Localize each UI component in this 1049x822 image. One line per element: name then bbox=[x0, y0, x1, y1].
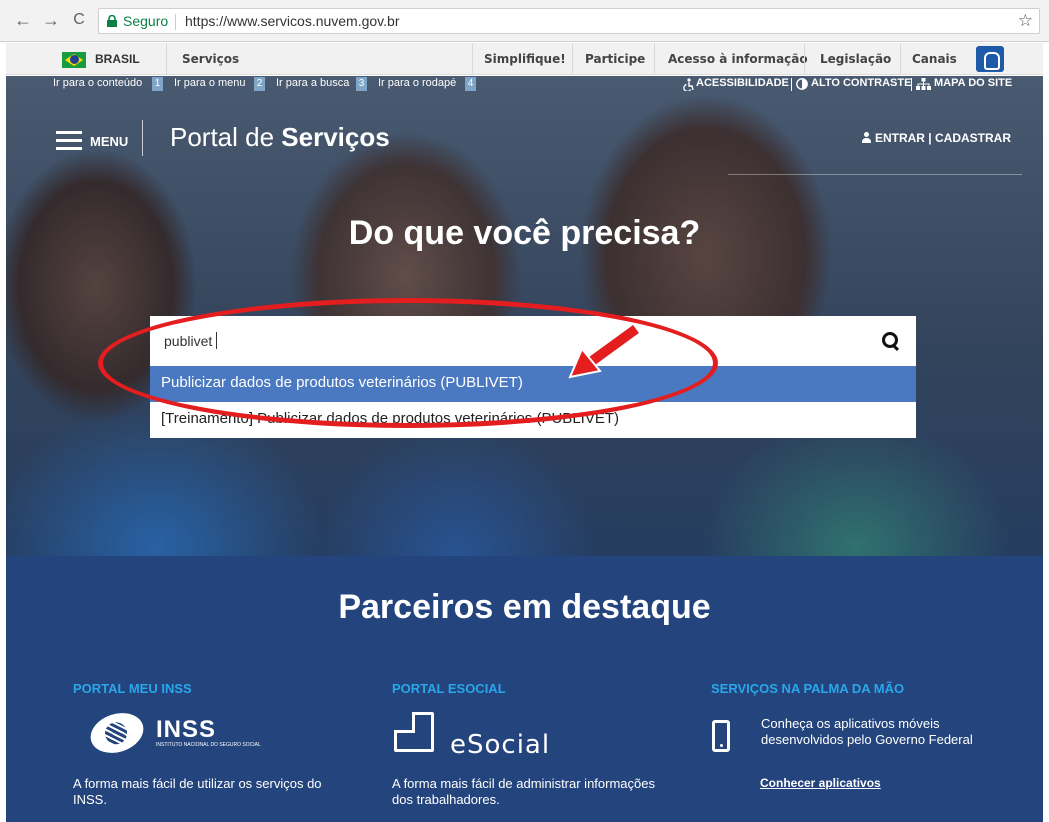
brasil-link[interactable]: BRASIL bbox=[95, 52, 140, 66]
text-caret bbox=[216, 332, 217, 349]
partner-title-apps[interactable]: SERVIÇOS NA PALMA DA MÃO bbox=[711, 681, 904, 696]
smartphone-icon bbox=[712, 720, 730, 752]
url-text[interactable]: https://www.servicos.nuvem.gov.br bbox=[185, 13, 399, 29]
forward-button[interactable]: → bbox=[40, 9, 62, 31]
contrast-icon bbox=[796, 78, 808, 90]
govbar-divider bbox=[166, 43, 167, 75]
accessibility-divider bbox=[911, 78, 912, 91]
skip-link-number: 3 bbox=[356, 77, 367, 91]
govbar-divider bbox=[900, 43, 901, 75]
address-bar[interactable]: Seguro https://www.servicos.nuvem.gov.br… bbox=[98, 8, 1040, 34]
govbar-link-servicos[interactable]: Serviços bbox=[182, 52, 239, 66]
search-input[interactable] bbox=[164, 330, 864, 352]
govbar-divider bbox=[572, 43, 573, 75]
inss-logo-icon[interactable] bbox=[85, 706, 149, 760]
search-box bbox=[150, 316, 916, 366]
govbar-divider bbox=[804, 43, 805, 75]
skip-link-content[interactable]: Ir para o conteúdo bbox=[53, 77, 142, 89]
esocial-logo-name: eSocial bbox=[450, 730, 551, 760]
annotation-arrow-icon bbox=[568, 323, 641, 379]
high-contrast-link[interactable]: ALTO CONTRASTE bbox=[811, 77, 911, 89]
header-divider bbox=[142, 120, 143, 156]
govbar-link-canais[interactable]: Canais bbox=[912, 52, 957, 66]
partner-text-apps: Conheça os aplicativos móveis desenvolvi… bbox=[761, 716, 973, 747]
skip-link-menu[interactable]: Ir para o menu bbox=[174, 77, 246, 89]
apps-link[interactable]: Conhecer aplicativos bbox=[760, 776, 881, 790]
reload-button[interactable]: C bbox=[68, 9, 90, 31]
accessibility-divider bbox=[791, 78, 792, 91]
lock-icon bbox=[107, 15, 117, 27]
skip-link-number: 1 bbox=[152, 77, 163, 91]
portal-title-prefix: Portal de bbox=[170, 122, 282, 152]
portal-title-bold: Serviços bbox=[281, 122, 390, 152]
partners-section: Parceiros em destaque PORTAL MEU INSS IN… bbox=[6, 556, 1043, 822]
skip-link-footer[interactable]: Ir para o rodapé bbox=[378, 77, 456, 89]
autocomplete-suggestion[interactable]: [Treinamento] Publicizar dados de produt… bbox=[150, 402, 916, 438]
secure-label: Seguro bbox=[123, 13, 169, 29]
gov-bar: BRASIL Serviços Simplifique! Participe A… bbox=[6, 43, 1043, 75]
partner-title-esocial[interactable]: PORTAL ESOCIAL bbox=[392, 681, 506, 696]
login-label: ENTRAR | CADASTRAR bbox=[874, 131, 1011, 145]
skip-links-bar: Ir para o conteúdo 1 Ir para o menu 2 Ir… bbox=[6, 76, 1043, 92]
vlibras-icon[interactable] bbox=[976, 46, 1004, 72]
inss-logo-name: INSS bbox=[156, 716, 217, 743]
sitemap-icon bbox=[916, 78, 931, 90]
sitemap-link[interactable]: MAPA DO SITE bbox=[934, 77, 1012, 89]
bookmark-star-icon[interactable]: ☆ bbox=[1018, 11, 1033, 31]
hamburger-menu-icon[interactable] bbox=[56, 131, 82, 151]
accessibility-icon bbox=[683, 78, 694, 91]
partner-title-inss[interactable]: PORTAL MEU INSS bbox=[73, 681, 192, 696]
portal-title[interactable]: Portal de Serviços bbox=[170, 122, 390, 153]
govbar-link-simplifique[interactable]: Simplifique! bbox=[484, 52, 566, 66]
govbar-link-participe[interactable]: Participe bbox=[585, 52, 645, 66]
back-button[interactable]: ← bbox=[12, 9, 34, 31]
partners-heading: Parceiros em destaque bbox=[338, 588, 711, 626]
partner-text-inss: A forma mais fácil de utilizar os serviç… bbox=[73, 776, 322, 807]
partner-text-esocial: A forma mais fácil de administrar inform… bbox=[392, 776, 655, 807]
skip-link-number: 2 bbox=[254, 77, 265, 91]
govbar-link-legislacao[interactable]: Legislação bbox=[820, 52, 891, 66]
accessibility-link[interactable]: ACESSIBILIDADE bbox=[696, 77, 789, 89]
skip-link-number: 4 bbox=[465, 77, 476, 91]
govbar-divider bbox=[654, 43, 655, 75]
browser-toolbar: ← → C Seguro https://www.servicos.nuvem.… bbox=[0, 0, 1049, 42]
hero-section: Ir para o conteúdo 1 Ir para o menu 2 Ir… bbox=[6, 76, 1043, 556]
flag-globe bbox=[70, 55, 79, 64]
search-icon[interactable] bbox=[882, 332, 900, 350]
esocial-logo-icon[interactable] bbox=[394, 712, 434, 752]
govbar-link-acesso-informacao[interactable]: Acesso à informação bbox=[668, 52, 808, 66]
header-rule bbox=[728, 174, 1022, 175]
login-link[interactable]: ENTRAR | CADASTRAR bbox=[861, 131, 1011, 145]
menu-button-label[interactable]: MENU bbox=[90, 134, 128, 149]
skip-link-search[interactable]: Ir para a busca bbox=[276, 77, 349, 89]
govbar-divider bbox=[472, 43, 473, 75]
address-divider bbox=[175, 14, 176, 30]
inss-logo-subtitle: INSTITUTO NACIONAL DO SEGURO SOCIAL bbox=[156, 742, 261, 748]
user-icon bbox=[861, 132, 872, 143]
autocomplete-suggestion-active[interactable]: Publicizar dados de produtos veterinário… bbox=[150, 366, 916, 402]
hero-headline: Do que você precisa? bbox=[348, 214, 701, 252]
